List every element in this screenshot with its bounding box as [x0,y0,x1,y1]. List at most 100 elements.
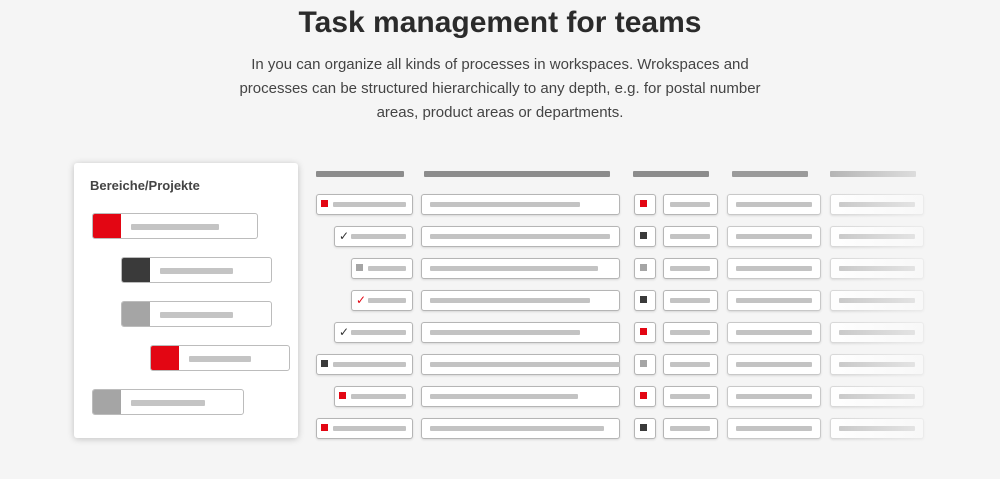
task-date-cell[interactable] [727,258,821,279]
task-name-cell[interactable]: ✓ [334,226,413,247]
dark-square-icon[interactable] [321,360,328,367]
task-name-placeholder [333,202,406,207]
task-name-placeholder [368,298,406,303]
task-name-cell[interactable] [316,354,413,375]
page: Task management for teams In you can org… [0,0,1000,479]
task-marker-cell[interactable] [634,290,656,311]
color-swatch [93,214,121,238]
task-description-placeholder [430,202,580,207]
red-check-icon[interactable]: ✓ [356,292,366,308]
tree-item[interactable] [150,345,290,371]
task-marker-cell[interactable] [634,354,656,375]
date-placeholder [736,426,812,431]
task-marker-cell[interactable] [634,258,656,279]
task-description-cell[interactable] [421,418,620,439]
task-description-cell[interactable] [421,354,620,375]
red-square-icon [640,328,647,335]
tree-item-label-placeholder [160,268,233,274]
extra-placeholder [839,330,915,335]
red-square-icon[interactable] [321,424,328,431]
tree-item-label-placeholder [131,400,205,406]
task-assignee-cell[interactable] [663,386,718,407]
red-square-icon [640,392,647,399]
dark-square-icon [640,424,647,431]
task-name-cell[interactable] [334,386,413,407]
task-extra-cell [830,226,924,247]
column-header-date [830,171,916,177]
task-description-cell[interactable] [421,290,620,311]
extra-placeholder [839,234,915,239]
task-name-placeholder [351,394,406,399]
task-description-cell[interactable] [421,322,620,343]
task-name-cell[interactable] [316,418,413,439]
color-swatch [122,258,150,282]
task-date-cell[interactable] [727,194,821,215]
task-description-placeholder [430,330,580,335]
tree-item[interactable] [121,301,272,327]
task-description-cell[interactable] [421,258,620,279]
task-assignee-cell[interactable] [663,194,718,215]
tree-item[interactable] [92,389,244,415]
extra-placeholder [839,202,915,207]
task-name-cell[interactable]: ✓ [351,290,413,311]
task-marker-cell[interactable] [634,322,656,343]
task-name-placeholder [333,426,406,431]
column-header-name [316,171,404,177]
tree-panel-title: Bereiche/Projekte [90,178,200,193]
column-header-assignee [732,171,808,177]
task-name-cell[interactable] [351,258,413,279]
assignee-placeholder [670,394,710,399]
page-title: Task management for teams [298,6,702,39]
gray-square-icon [640,264,647,271]
color-swatch [151,346,179,370]
task-assignee-cell[interactable] [663,418,718,439]
check-icon[interactable]: ✓ [339,228,349,244]
task-date-cell[interactable] [727,354,821,375]
column-header-status [633,171,709,177]
task-extra-cell [830,386,924,407]
tree-item-label-placeholder [189,356,251,362]
assignee-placeholder [670,202,710,207]
task-extra-cell [830,322,924,343]
task-assignee-cell[interactable] [663,322,718,343]
extra-placeholder [839,426,915,431]
assignee-placeholder [670,266,710,271]
tree-item[interactable] [121,257,272,283]
red-square-icon[interactable] [339,392,346,399]
red-square-icon [640,200,647,207]
task-description-cell[interactable] [421,386,620,407]
task-description-placeholder [430,426,604,431]
task-assignee-cell[interactable] [663,290,718,311]
tree-item[interactable] [92,213,258,239]
date-placeholder [736,298,812,303]
assignee-placeholder [670,426,710,431]
task-name-cell[interactable] [316,194,413,215]
task-date-cell[interactable] [727,418,821,439]
task-assignee-cell[interactable] [663,226,718,247]
assignee-placeholder [670,330,710,335]
task-date-cell[interactable] [727,290,821,311]
gray-square-icon[interactable] [356,264,363,271]
task-marker-cell[interactable] [634,418,656,439]
check-icon[interactable]: ✓ [339,324,349,340]
task-date-cell[interactable] [727,386,821,407]
task-description-cell[interactable] [421,194,620,215]
task-date-cell[interactable] [727,226,821,247]
task-name-placeholder [351,330,406,335]
task-assignee-cell[interactable] [663,354,718,375]
task-name-cell[interactable]: ✓ [334,322,413,343]
extra-placeholder [839,266,915,271]
extra-placeholder [839,298,915,303]
assignee-placeholder [670,362,710,367]
task-marker-cell[interactable] [634,194,656,215]
task-date-cell[interactable] [727,322,821,343]
task-marker-cell[interactable] [634,226,656,247]
task-marker-cell[interactable] [634,386,656,407]
task-description-placeholder [430,394,578,399]
red-square-icon[interactable] [321,200,328,207]
gray-square-icon [640,360,647,367]
task-description-cell[interactable] [421,226,620,247]
task-description-placeholder [430,234,610,239]
task-assignee-cell[interactable] [663,258,718,279]
task-extra-cell [830,354,924,375]
